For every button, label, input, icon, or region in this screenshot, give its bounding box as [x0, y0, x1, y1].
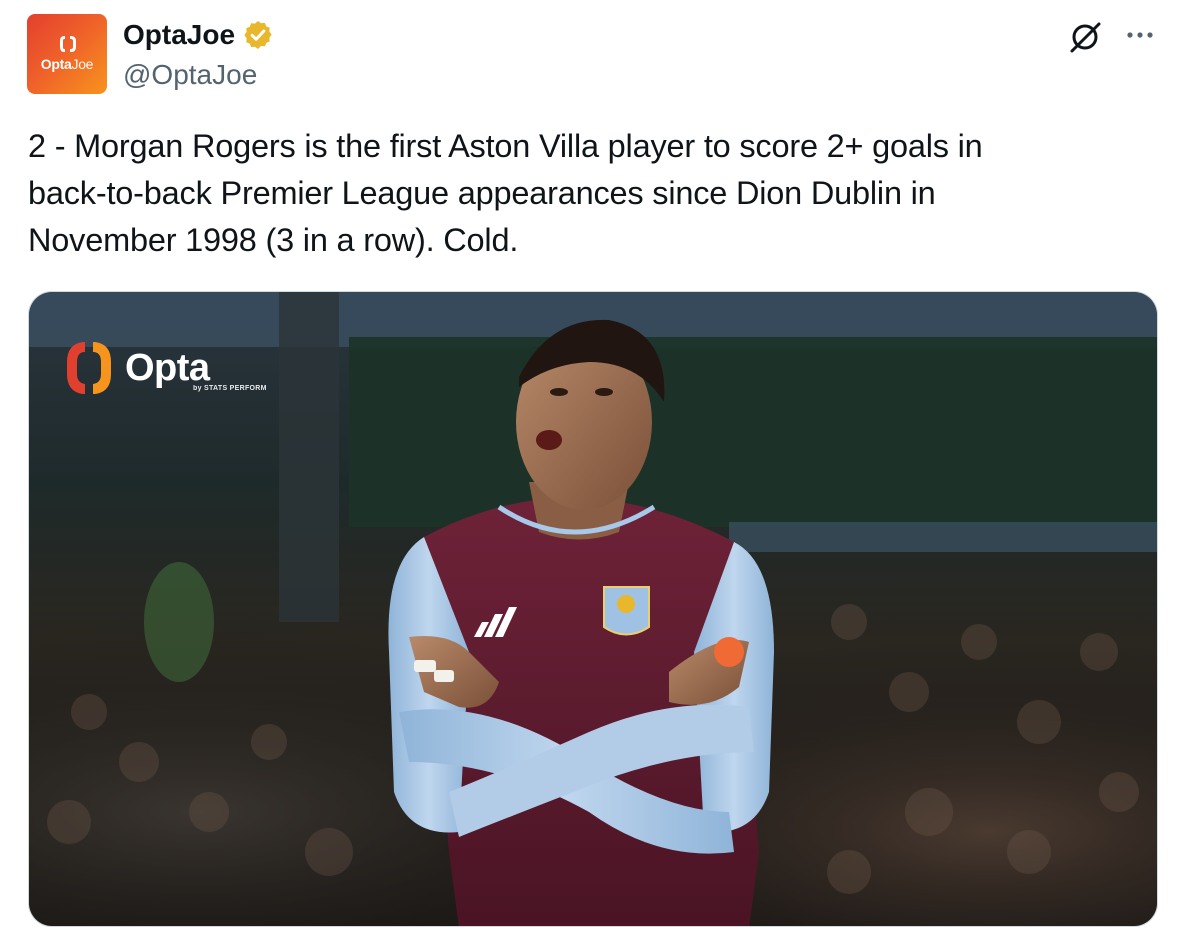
grok-icon[interactable]: [1066, 18, 1104, 56]
opta-watermark-sub: by STATS PERFORM: [193, 385, 267, 392]
tweet-text: 2 - Morgan Rogers is the first Aston Vil…: [28, 128, 983, 258]
name-row: OptaJoe: [123, 16, 274, 54]
opta-logo-icon: [67, 342, 111, 394]
avatar-brand-text: OptaJoe: [40, 56, 94, 72]
profile-avatar[interactable]: OptaJoe: [27, 14, 107, 94]
tweet-media-photo[interactable]: Opta by STATS PERFORM: [28, 291, 1158, 927]
opta-watermark: Opta by STATS PERFORM: [65, 338, 266, 398]
opta-watermark-word: Opta: [125, 347, 210, 389]
more-dots-icon[interactable]: [1122, 22, 1158, 50]
user-handle[interactable]: @OptaJoe: [123, 56, 257, 94]
opta-mark-icon: [60, 36, 76, 52]
verified-badge-icon[interactable]: [242, 19, 274, 51]
tweet-card: OptaJoe OptaJoe @OptaJoe 2 - Morgan Roge…: [0, 0, 1186, 934]
display-name[interactable]: OptaJoe: [123, 16, 235, 54]
